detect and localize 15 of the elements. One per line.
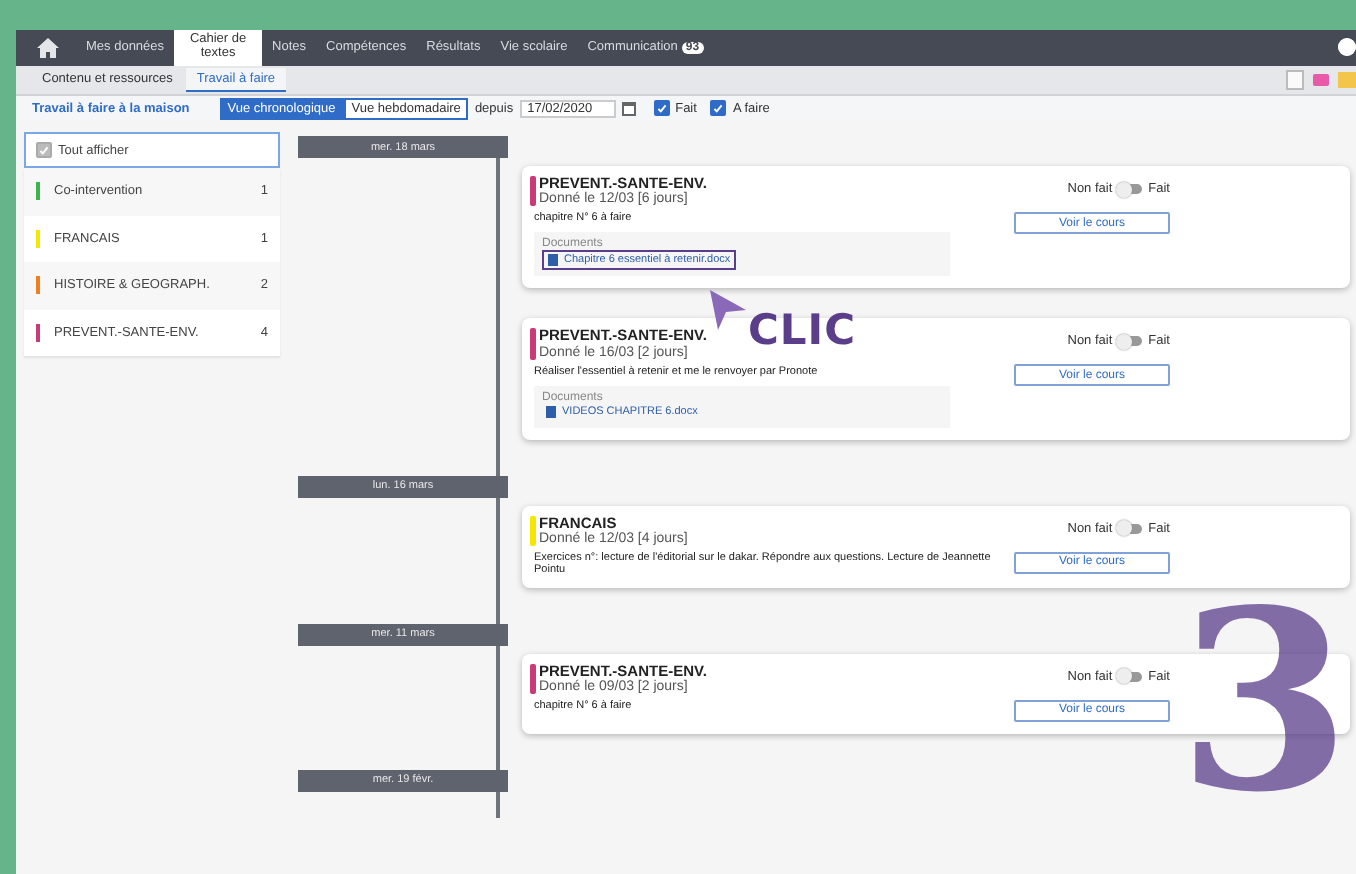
- step-number: 3: [1178, 580, 1351, 828]
- word-file-icon: [548, 254, 558, 267]
- done-toggle[interactable]: [1118, 336, 1143, 347]
- filter-checkbox[interactable]: [653, 100, 670, 116]
- document-icon[interactable]: [1286, 70, 1304, 90]
- done-toggle[interactable]: [1118, 523, 1143, 533]
- calendar-icon[interactable]: [621, 101, 636, 115]
- done-toggle[interactable]: [1118, 671, 1143, 682]
- home-icon[interactable]: [36, 36, 60, 60]
- done-toggle[interactable]: [1118, 184, 1143, 194]
- callout-label: CLIC: [748, 306, 857, 354]
- filter-checkbox[interactable]: [710, 100, 727, 116]
- word-file-icon: [546, 405, 556, 417]
- show-all-checkbox[interactable]: [36, 142, 52, 158]
- cursor-arrow-icon: [708, 288, 748, 332]
